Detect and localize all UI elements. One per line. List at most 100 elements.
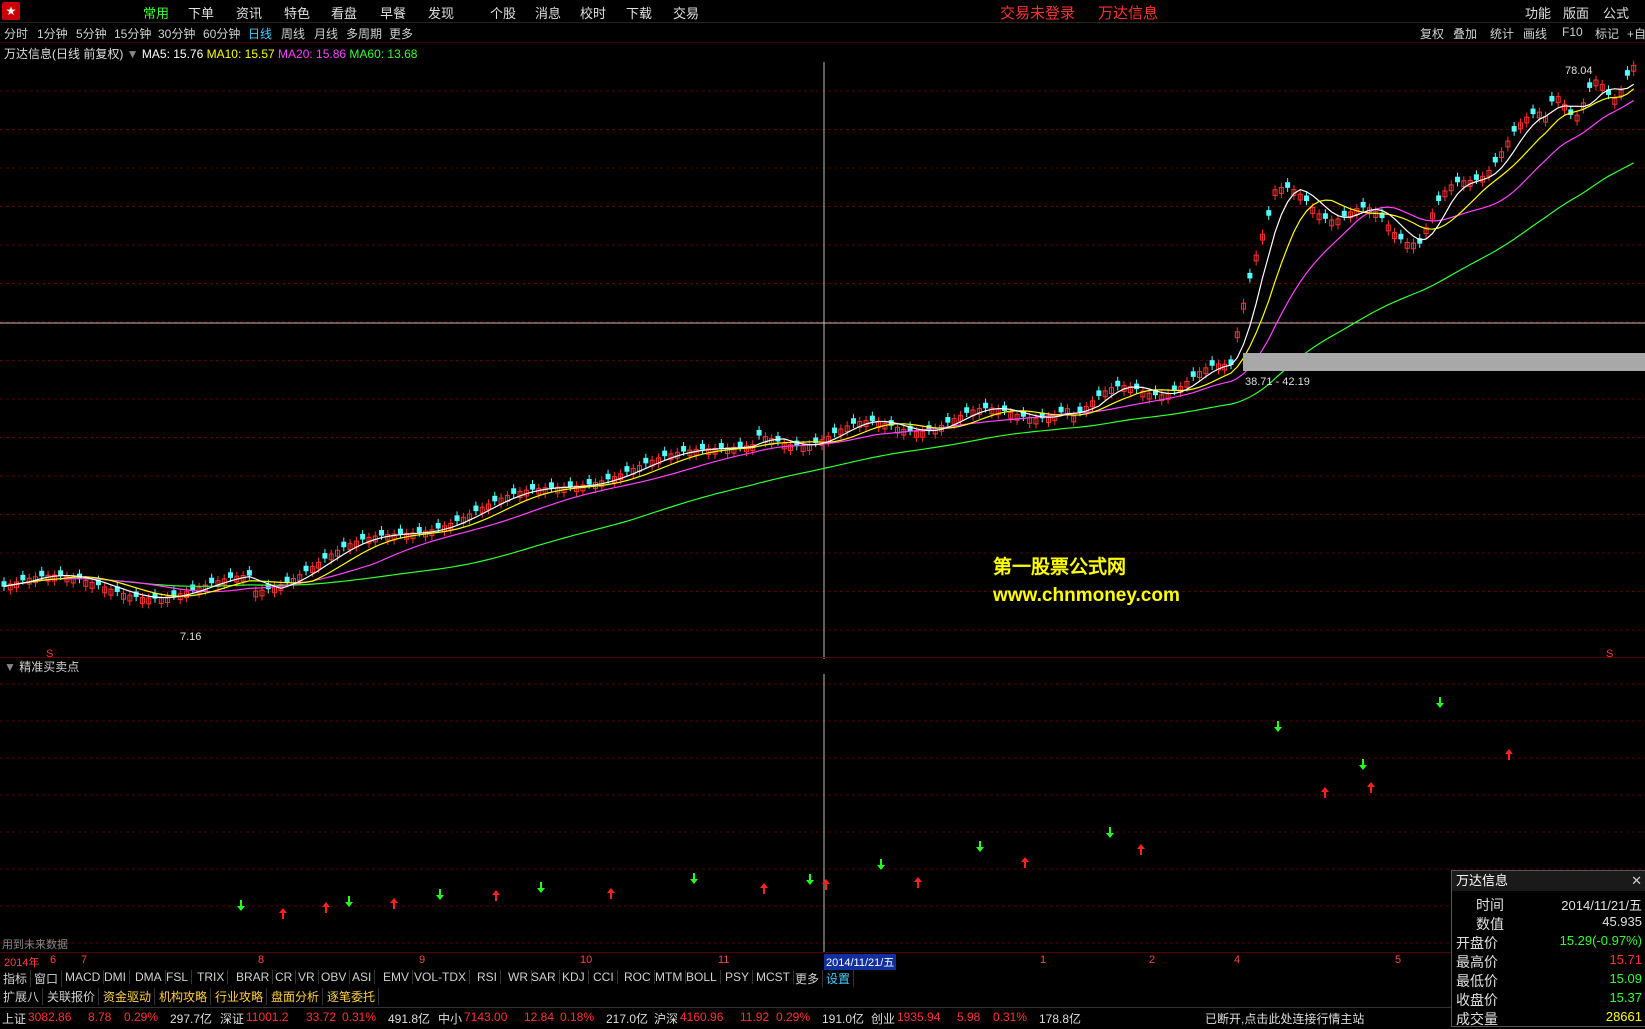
function-tab-4[interactable]: 行业攻略 [212,988,268,1005]
indicator-tab-13[interactable]: VOL-TDX [411,970,471,984]
indicator-tab-3[interactable]: DMI [101,970,130,984]
kline-chart[interactable]: 38.71 - 42.19 78.04 7.16 S S [0,42,1645,659]
menu-item-2[interactable]: 资讯 [236,3,262,22]
function-tab-2[interactable]: 资金驱动 [100,988,156,1005]
indicator-tab-8[interactable]: CR [272,970,297,984]
function-tab-0[interactable]: 扩展八 [0,988,44,1005]
menu-item-7[interactable]: 个股 [490,3,516,22]
collapse-icon[interactable]: ▼ [4,660,19,674]
indicator-tab-2[interactable]: MACD [62,970,105,984]
buy-arrow-icon [822,879,830,890]
right-menu-item[interactable]: 功能 [1525,3,1551,22]
toolbar-button[interactable]: +自 [1627,25,1645,42]
candle-body [454,515,460,521]
index-name[interactable]: 中小 [438,1010,462,1027]
toolbar-button[interactable]: 统计 [1490,25,1514,42]
indicator-tab-10[interactable]: OBV [318,970,351,984]
period-7[interactable]: 周线 [281,25,305,42]
candle-body [1511,126,1517,132]
toolbar-button[interactable]: 复权 [1420,25,1444,42]
index-name[interactable]: 沪深 [654,1010,678,1027]
candle-body [322,553,328,559]
collapse-icon[interactable]: ▼ [127,47,139,61]
candle-body [983,402,989,409]
indicator-tab-16[interactable]: SAR [528,970,560,984]
indicator-tab-5[interactable]: FSL [163,970,193,984]
period-4[interactable]: 30分钟 [158,25,195,42]
stock-title: 万达信息(日线 前复权) [4,47,124,61]
menu-item-1[interactable]: 下单 [188,3,214,22]
toolbar-button[interactable]: F10 [1562,25,1583,39]
period-9[interactable]: 多周期 [346,25,382,42]
menu-item-5[interactable]: 早餐 [380,3,406,22]
menu-item-10[interactable]: 下载 [626,3,652,22]
month-label: 6 [50,954,57,966]
indicator-tab-22[interactable]: PSY [722,970,754,984]
indicator-tab-9[interactable]: VR [295,970,319,984]
date-axis: 2014年 6 7 8 9 10 11 2014/11/21/五 1 2 4 5 [0,952,1645,970]
indicator-tab-21[interactable]: BOLL [683,970,721,984]
period-1[interactable]: 1分钟 [37,25,68,42]
toolbar-button[interactable]: 画线 [1523,25,1547,42]
period-2[interactable]: 5分钟 [76,25,107,42]
candle-body [1360,201,1366,208]
indicator-tab-1[interactable]: 窗口 [31,970,63,987]
ma10-line [3,88,1635,597]
index-pct: 0.31% [993,1010,1028,1024]
watermark-url: www.chnmoney.com [993,585,1180,606]
period-10[interactable]: 更多 [389,25,413,42]
index-name[interactable]: 深证 [220,1010,244,1027]
indicator-tab-19[interactable]: ROC [621,970,655,984]
buy-arrow-icon [607,888,615,899]
toolbar-button[interactable]: 标记 [1595,25,1619,42]
indicator-tab-17[interactable]: KDJ [559,970,589,984]
indicator-tab-25[interactable]: 设置 [823,970,855,987]
menu-item-0[interactable]: 常用 [143,3,169,22]
menu-item-6[interactable]: 发现 [428,3,454,22]
right-menu-item[interactable]: 版面 [1563,3,1589,22]
menu-item-9[interactable]: 校时 [580,3,606,22]
toolbar-button[interactable]: 叠加 [1453,25,1477,42]
menu-item-8[interactable]: 消息 [535,3,561,22]
period-0[interactable]: 分时 [4,25,28,42]
buy-arrow-icon [390,898,398,909]
function-tab-5[interactable]: 盘面分析 [268,988,324,1005]
period-5[interactable]: 60分钟 [203,25,240,42]
menu-item-3[interactable]: 特色 [284,3,310,22]
indicator-tab-12[interactable]: EMV [380,970,414,984]
period-8[interactable]: 月线 [314,25,338,42]
menu-item-4[interactable]: 看盘 [331,3,357,22]
candle-body [435,522,441,529]
index-amount: 217.0亿 [606,1012,649,1026]
indicator-tab-18[interactable]: CCI [590,970,618,984]
app-logo-icon[interactable]: ★ [2,2,20,20]
login-alert[interactable]: 交易未登录 [1000,2,1075,23]
signal-chart[interactable] [0,674,1645,952]
index-pct: 0.29% [124,1010,159,1024]
close-icon[interactable]: ✕ [1631,871,1642,891]
index-name[interactable]: 上证 [2,1010,26,1027]
period-3[interactable]: 15分钟 [114,25,151,42]
indicator-tab-14[interactable]: RSI [474,970,502,984]
indicator-tab-7[interactable]: BRAR [233,970,274,984]
candle-body [567,481,573,487]
period-6[interactable]: 日线 [248,25,272,42]
price-range-band [1243,353,1645,371]
indicator-tab-6[interactable]: TRIX [194,970,229,984]
indicator-tab-4[interactable]: DMA [132,970,166,984]
function-tab-6[interactable]: 逐笔委托 [324,988,380,1005]
indicator-tab-24[interactable]: 更多 [792,970,824,987]
function-tab-1[interactable]: 关联报价 [44,988,100,1005]
indicator-tab-23[interactable]: MCST [753,970,794,984]
function-tab-3[interactable]: 机构攻略 [156,988,212,1005]
candle-body [1247,272,1253,279]
indicator-tab-11[interactable]: ASI [349,970,376,984]
connection-status[interactable]: 已断开,点击此处连接行情主站 [1205,1010,1364,1027]
menu-item-11[interactable]: 交易 [673,3,699,22]
indicator-tab-0[interactable]: 指标 [0,970,32,987]
buy-arrow-icon [914,877,922,888]
candle-body [20,574,26,581]
indicator-tab-20[interactable]: MTM [652,970,687,984]
right-menu-item[interactable]: 公式 [1603,3,1629,22]
index-name[interactable]: 创业 [871,1010,895,1027]
